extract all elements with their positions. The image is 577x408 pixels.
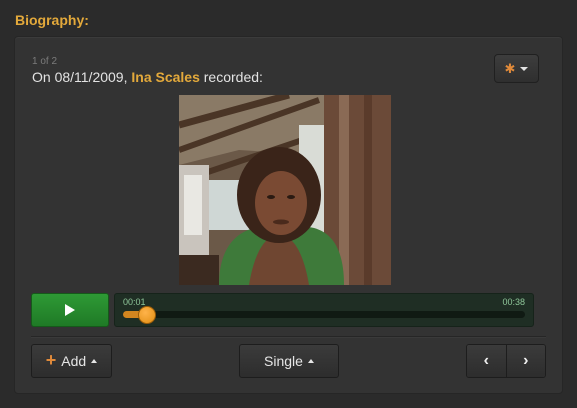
play-icon bbox=[65, 304, 75, 316]
timeline[interactable]: 00:01 00:38 bbox=[114, 293, 534, 327]
next-button[interactable]: › bbox=[505, 345, 545, 377]
record-date-text: On 08/11/2009, bbox=[32, 69, 132, 85]
record-navigation: ‹ › bbox=[466, 344, 546, 378]
plus-icon: + bbox=[45, 350, 57, 370]
previous-button[interactable]: ‹ bbox=[467, 345, 506, 377]
total-time: 00:38 bbox=[502, 297, 525, 307]
view-mode-label: Single bbox=[264, 353, 303, 369]
play-button[interactable] bbox=[31, 293, 109, 327]
section-title: Biography: bbox=[15, 12, 89, 28]
chevron-right-icon: › bbox=[523, 352, 529, 369]
caret-up-icon bbox=[91, 359, 98, 363]
add-button-label: Add bbox=[61, 353, 87, 369]
record-counter: 1 of 2 bbox=[32, 56, 58, 67]
recorder-name-link[interactable]: Ina Scales bbox=[131, 69, 200, 85]
gear-icon: ✱ bbox=[504, 61, 516, 76]
view-mode-dropdown-button[interactable]: Single bbox=[239, 344, 339, 378]
biography-panel: 1 of 2 On 08/11/2009, Ina Scales recorde… bbox=[14, 36, 563, 394]
current-time: 00:01 bbox=[123, 297, 146, 307]
chevron-down-icon bbox=[520, 66, 529, 71]
video-thumbnail[interactable] bbox=[179, 95, 391, 285]
record-suffix-text: recorded: bbox=[199, 69, 263, 85]
progress-track[interactable] bbox=[123, 306, 525, 324]
settings-dropdown-button[interactable]: ✱ bbox=[494, 54, 539, 83]
record-description: On 08/11/2009, Ina Scales recorded: bbox=[32, 69, 263, 85]
add-dropdown-button[interactable]: + Add bbox=[31, 344, 112, 378]
chevron-left-icon: ‹ bbox=[483, 352, 489, 369]
scrubber-handle[interactable] bbox=[138, 306, 157, 324]
divider bbox=[31, 336, 546, 337]
caret-up-icon bbox=[307, 359, 314, 363]
